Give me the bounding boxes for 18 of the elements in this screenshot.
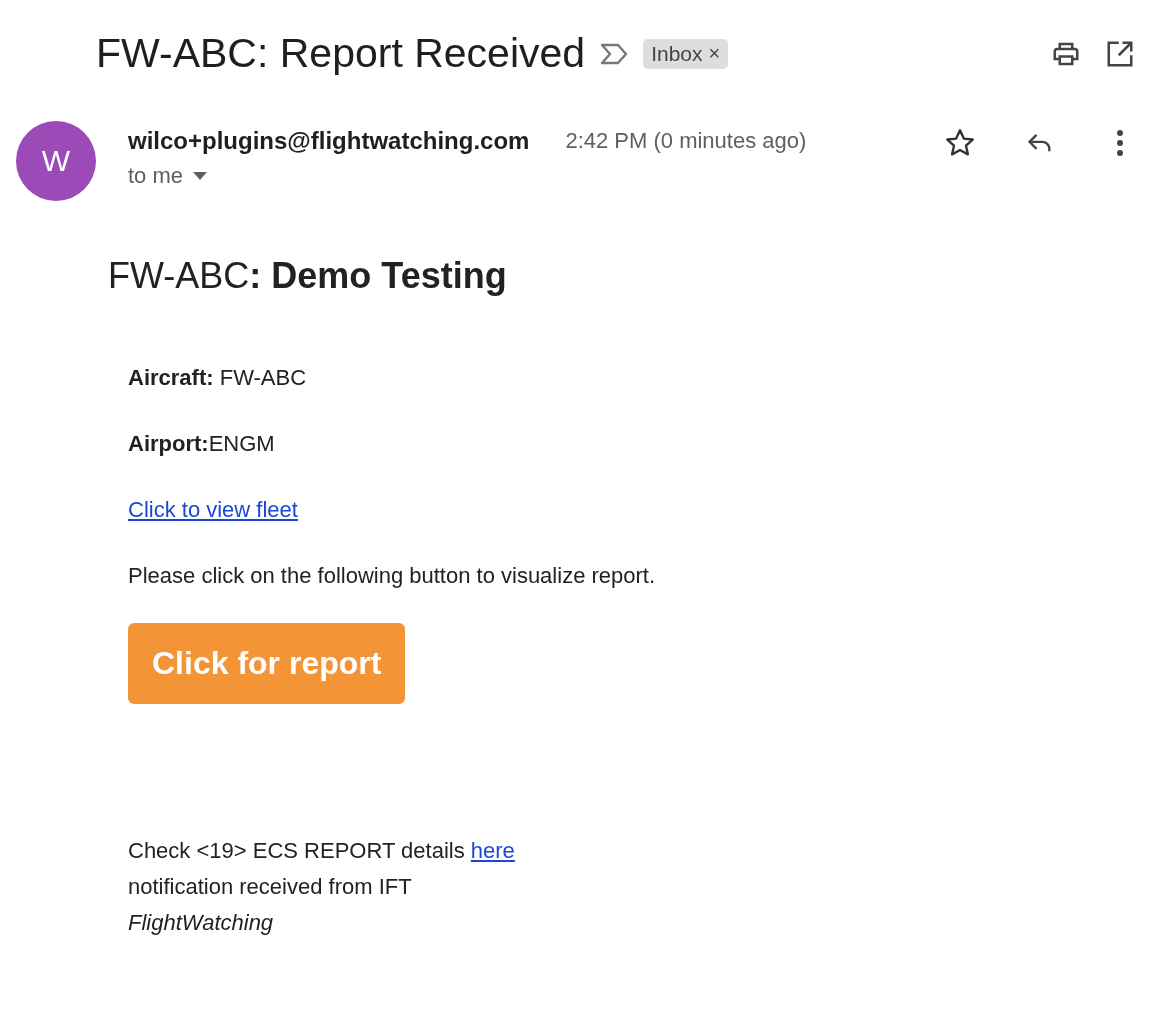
email-subject: FW-ABC: Report Received [96, 30, 586, 77]
sent-time: 2:42 PM (0 minutes ago) [565, 128, 807, 154]
signature: FlightWatching [128, 910, 275, 936]
details-sentence: Check <19> ECS REPORT details here [128, 838, 516, 864]
recipient-dropdown[interactable]: to me [128, 163, 807, 189]
sender-email: wilco+plugins@flightwatching.com [128, 127, 530, 155]
label-arrow-icon[interactable] [599, 41, 630, 66]
label-text: Inbox [651, 41, 703, 66]
notification-text: notification received from IFT [128, 874, 413, 900]
detail-line: Aircraft: FW-ABC [128, 365, 308, 391]
caret-icon [193, 172, 208, 180]
sender-avatar: W [16, 121, 96, 201]
email-heading: FW-ABC: Demo Testing [108, 255, 508, 297]
remove-label-button[interactable]: × [708, 42, 721, 65]
detail-line: Airport:ENGM [128, 431, 276, 457]
instruction-text: Please click on the following button to visualize report. [128, 563, 657, 589]
view-fleet-link[interactable]: Click to view fleet [128, 497, 298, 522]
details-link[interactable]: here [470, 838, 515, 863]
